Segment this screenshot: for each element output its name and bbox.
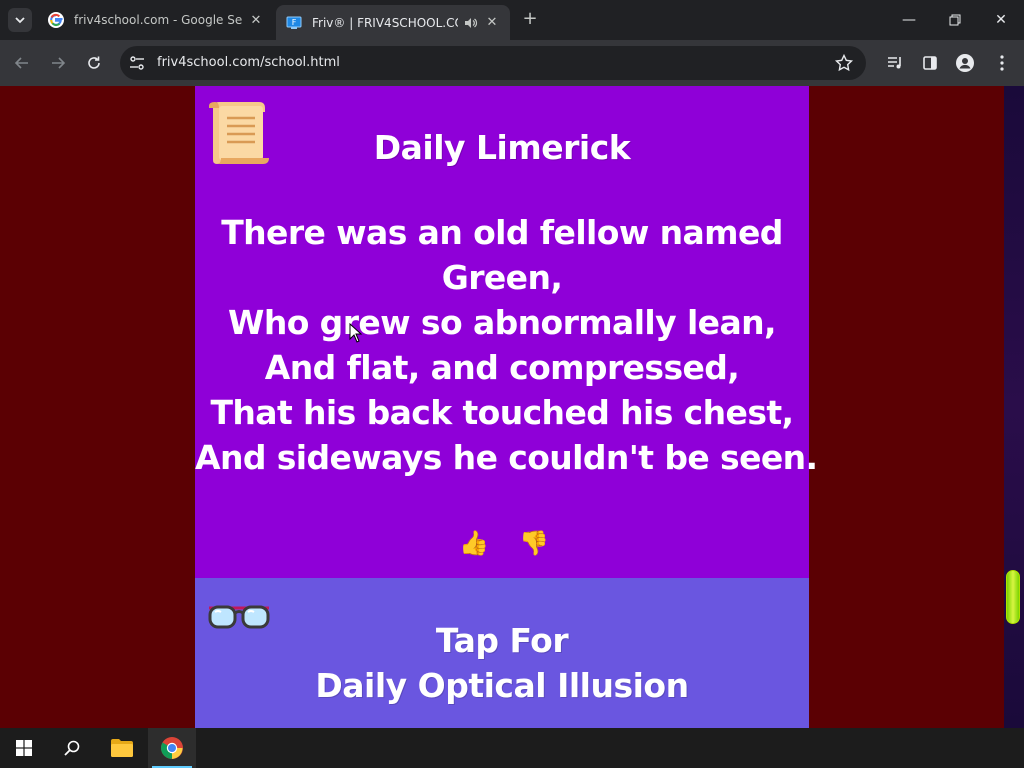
limerick-title: Daily Limerick xyxy=(373,128,631,167)
tab-search-button[interactable] xyxy=(8,8,32,32)
file-explorer-icon[interactable] xyxy=(98,728,146,768)
browser-toolbar: friv4school.com/school.html xyxy=(0,40,1024,86)
illusion-title-line: Tap For xyxy=(435,621,569,660)
close-window-icon[interactable]: ✕ xyxy=(989,8,1013,32)
site-settings-icon[interactable] xyxy=(128,54,146,72)
page-side-strip xyxy=(1004,86,1024,728)
scroll-thumb[interactable] xyxy=(1006,570,1020,624)
back-icon[interactable] xyxy=(10,51,34,75)
tab-friv[interactable]: F Friv® | FRIV4SCHOOL.COM ✕ xyxy=(276,5,510,40)
tab-google-search[interactable]: friv4school.com - Google Search ✕ xyxy=(38,6,274,34)
windows-taskbar xyxy=(0,728,1024,768)
tab-strip: friv4school.com - Google Search ✕ F Friv… xyxy=(0,0,1024,40)
illusion-title-line: Daily Optical Illusion xyxy=(315,666,689,705)
poem-line: Who grew so abnormally lean, xyxy=(228,303,777,342)
new-tab-button[interactable]: + xyxy=(520,10,540,30)
restore-icon[interactable] xyxy=(943,8,967,32)
poem-line: There was an old fellow named xyxy=(221,213,783,252)
google-icon xyxy=(48,12,64,28)
tab-title: friv4school.com - Google Search xyxy=(74,13,242,27)
poem-line: That his back touched his chest, xyxy=(210,393,795,432)
url-text: friv4school.com/school.html xyxy=(157,55,340,70)
chrome-taskbar-icon[interactable] xyxy=(148,728,196,768)
poem-line: Green, xyxy=(441,258,563,297)
svg-text:F: F xyxy=(292,18,297,27)
daily-limerick-card: Daily Limerick There was an old fellow n… xyxy=(195,86,818,578)
thumbs-down-icon[interactable]: 👎 xyxy=(519,530,549,556)
tab-title: Friv® | FRIV4SCHOOL.COM xyxy=(312,15,458,30)
friv-icon: F xyxy=(286,16,302,29)
vote-buttons: 👍 👎 xyxy=(195,530,809,556)
speaker-icon[interactable] xyxy=(462,16,478,30)
illusion-title[interactable]: Tap For Daily Optical Illusion xyxy=(195,618,809,708)
poem-line: And flat, and compressed, xyxy=(264,348,740,387)
chevron-down-icon xyxy=(15,17,25,24)
mouse-cursor-icon xyxy=(349,323,363,343)
thumbs-up-icon[interactable]: 👍 xyxy=(459,530,489,556)
media-controls-icon[interactable] xyxy=(884,52,906,74)
limerick-poem: There was an old fellow named Green, Who… xyxy=(195,210,818,480)
side-panel-icon[interactable] xyxy=(919,52,941,74)
page-viewport: Daily Limerick There was an old fellow n… xyxy=(0,86,1024,728)
forward-icon[interactable] xyxy=(46,51,70,75)
poem-line: And sideways he couldn't be seen. xyxy=(195,438,818,477)
address-bar[interactable]: friv4school.com/school.html xyxy=(120,46,866,80)
menu-kebab-icon[interactable] xyxy=(991,52,1013,74)
minimize-icon[interactable]: — xyxy=(897,8,921,32)
profile-icon[interactable] xyxy=(954,52,976,74)
daily-optical-illusion-card[interactable]: Tap For Daily Optical Illusion xyxy=(195,578,809,728)
windows-start-icon[interactable] xyxy=(0,728,48,768)
taskbar-search-icon[interactable] xyxy=(48,728,96,768)
reload-icon[interactable] xyxy=(82,51,106,75)
bookmark-star-icon[interactable] xyxy=(834,53,854,73)
close-icon[interactable]: ✕ xyxy=(248,13,264,28)
close-icon[interactable]: ✕ xyxy=(484,15,500,30)
